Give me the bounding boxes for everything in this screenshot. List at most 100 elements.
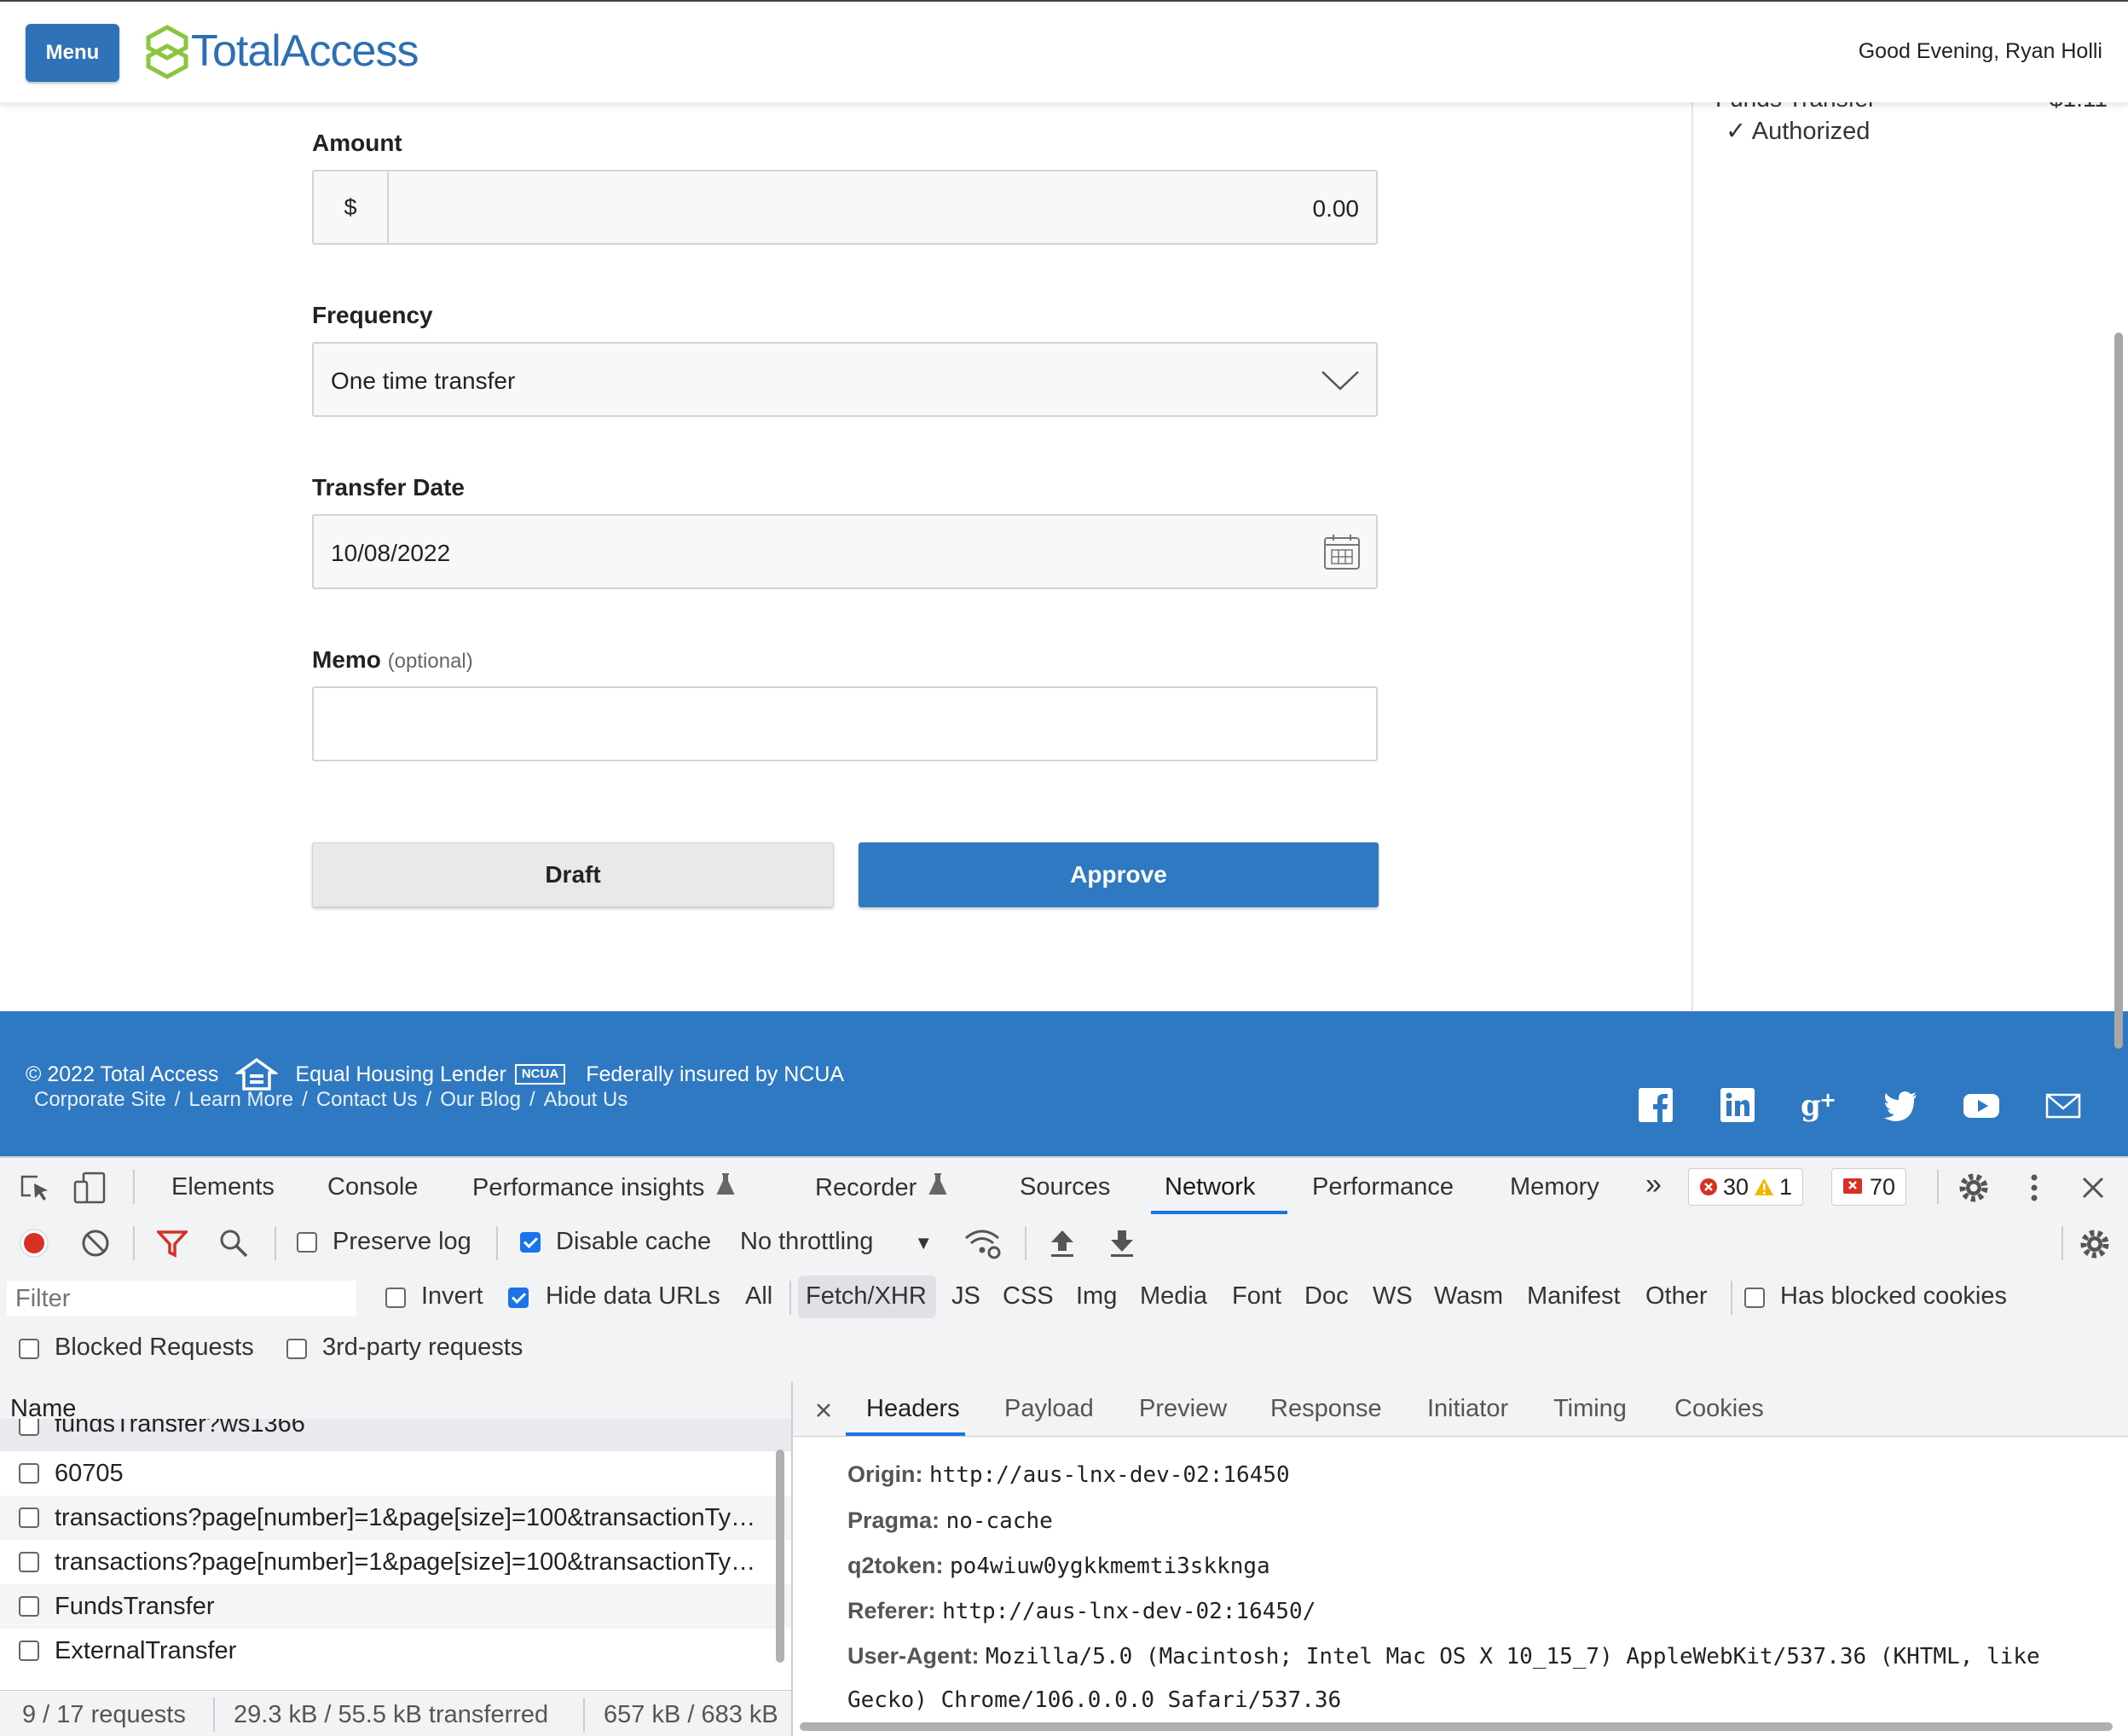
console-errors-badge[interactable]: 30 1 — [1688, 1168, 1804, 1206]
tab-sources[interactable]: Sources — [1020, 1173, 1110, 1201]
footer-link-our-blog[interactable]: Our Blog — [440, 1088, 521, 1112]
invert-checkbox[interactable] — [385, 1288, 406, 1308]
facebook-icon[interactable] — [1637, 1086, 1674, 1124]
throttling-select[interactable]: No throttling ▼ — [740, 1228, 933, 1256]
clear-icon[interactable] — [80, 1228, 111, 1259]
amount-input[interactable]: $ 0.00 — [312, 170, 1378, 245]
more-tabs-icon[interactable]: » — [1645, 1168, 1662, 1201]
equal-housing-icon — [235, 1057, 279, 1091]
type-filter-other[interactable]: Other — [1645, 1282, 1708, 1311]
type-filter-img[interactable]: Img — [1076, 1282, 1117, 1311]
calendar-icon[interactable] — [1323, 533, 1361, 570]
frequency-select[interactable]: One time transfer — [312, 342, 1378, 417]
memo-label-text: Memo — [312, 646, 381, 673]
type-filter-ws[interactable]: WS — [1373, 1282, 1413, 1311]
close-icon[interactable] — [2080, 1175, 2106, 1201]
row-checkbox[interactable] — [19, 1507, 39, 1528]
detail-tab-response[interactable]: Response — [1270, 1395, 1382, 1423]
linkedin-icon[interactable] — [1719, 1086, 1756, 1124]
preserve-log-checkbox[interactable] — [297, 1232, 317, 1253]
type-filter-wasm[interactable]: Wasm — [1434, 1282, 1503, 1311]
header-value: no-cache — [945, 1508, 1053, 1534]
row-checkbox[interactable] — [19, 1641, 39, 1661]
tab-recorder[interactable]: Recorder — [815, 1173, 947, 1202]
detail-tab-payload[interactable]: Payload — [1004, 1395, 1094, 1423]
header-value: po4wiuw0ygkkmemti3skknga — [950, 1554, 1270, 1579]
network-conditions-icon[interactable] — [963, 1228, 1003, 1260]
warning-icon — [1755, 1178, 1774, 1195]
blocked-requests-checkbox[interactable] — [19, 1339, 39, 1359]
table-row[interactable]: ExternalTransfer — [0, 1629, 791, 1673]
table-row[interactable]: transactions?page[number]=1&page[size]=1… — [0, 1540, 791, 1584]
header-key: User-Agent: — [847, 1643, 980, 1669]
table-row[interactable]: fundsTransfer?ws1366 — [0, 1419, 791, 1451]
footer-link-corporate-site[interactable]: Corporate Site — [34, 1088, 166, 1112]
tab-console[interactable]: Console — [327, 1173, 418, 1201]
issues-badge[interactable]: 70 — [1831, 1168, 1907, 1206]
approve-button[interactable]: Approve — [859, 842, 1379, 907]
import-har-icon[interactable] — [1049, 1228, 1076, 1259]
type-filter-font[interactable]: Font — [1232, 1282, 1281, 1311]
type-filter-fetch-xhr[interactable]: Fetch/XHR — [806, 1282, 927, 1311]
type-filter-manifest[interactable]: Manifest — [1527, 1282, 1621, 1311]
gear-icon[interactable] — [1957, 1172, 1990, 1204]
has-blocked-cookies-label: Has blocked cookies — [1780, 1282, 2007, 1310]
detail-horizontal-scrollbar[interactable] — [800, 1722, 2113, 1731]
footer-link-contact-us[interactable]: Contact Us — [316, 1088, 418, 1112]
filter-input[interactable] — [7, 1281, 356, 1316]
tab-performance[interactable]: Performance — [1312, 1173, 1454, 1201]
network-settings-gear-icon[interactable] — [2079, 1228, 2111, 1260]
youtube-icon[interactable] — [1963, 1086, 2000, 1124]
row-checkbox[interactable] — [19, 1552, 39, 1572]
tab-memory[interactable]: Memory — [1510, 1173, 1599, 1201]
table-row[interactable]: transactions?page[number]=1&page[size]=1… — [0, 1496, 791, 1540]
table-row[interactable]: FundsTransfer — [0, 1584, 791, 1629]
memo-input[interactable] — [312, 686, 1378, 761]
frequency-label: Frequency — [312, 302, 433, 328]
row-checkbox[interactable] — [19, 1419, 39, 1436]
tab-performance-insights[interactable]: Performance insights — [472, 1173, 736, 1202]
detail-tab-headers[interactable]: Headers — [866, 1395, 960, 1423]
row-checkbox[interactable] — [19, 1463, 39, 1484]
inspect-element-icon[interactable] — [19, 1173, 53, 1204]
third-party-requests-checkbox[interactable] — [286, 1339, 307, 1359]
tab-elements[interactable]: Elements — [171, 1173, 275, 1201]
resources-size: 657 kB / 683 kB — [604, 1701, 778, 1728]
logo-text[interactable]: TotalAccess — [191, 26, 419, 77]
more-options-icon[interactable] — [2026, 1172, 2043, 1204]
type-filter-js[interactable]: JS — [951, 1282, 980, 1311]
network-toolbar: Preserve log Disable cache No throttling… — [0, 1214, 2128, 1271]
request-list-scrollbar[interactable] — [776, 1450, 784, 1663]
export-har-icon[interactable] — [1108, 1228, 1136, 1259]
type-filter-doc[interactable]: Doc — [1304, 1282, 1349, 1311]
draft-button[interactable]: Draft — [312, 842, 834, 907]
footer-link-about-us[interactable]: About Us — [544, 1088, 628, 1112]
disable-cache-checkbox[interactable] — [520, 1232, 541, 1253]
hide-data-urls-checkbox[interactable] — [508, 1288, 529, 1308]
tab-recorder-label: Recorder — [815, 1174, 917, 1201]
search-icon[interactable] — [218, 1228, 249, 1259]
filter-icon[interactable] — [157, 1230, 188, 1259]
type-filter-media[interactable]: Media — [1140, 1282, 1207, 1311]
row-checkbox[interactable] — [19, 1596, 39, 1617]
google-plus-icon[interactable]: g + — [1801, 1086, 1838, 1124]
record-icon[interactable] — [19, 1228, 49, 1259]
type-filter-css[interactable]: CSS — [1003, 1282, 1054, 1311]
footer-link-learn-more[interactable]: Learn More — [188, 1088, 293, 1112]
transfer-date-input[interactable]: 10/08/2022 — [312, 514, 1378, 589]
table-row[interactable]: 60705 — [0, 1451, 791, 1496]
device-toolbar-icon[interactable] — [73, 1172, 107, 1204]
detail-tab-timing[interactable]: Timing — [1553, 1395, 1627, 1423]
has-blocked-cookies-checkbox[interactable] — [1744, 1288, 1765, 1308]
twitter-icon[interactable] — [1882, 1086, 1920, 1124]
type-filter-all[interactable]: All — [745, 1282, 772, 1311]
mail-icon[interactable] — [2044, 1086, 2082, 1124]
detail-tab-preview[interactable]: Preview — [1139, 1395, 1227, 1423]
tab-network[interactable]: Network — [1165, 1173, 1255, 1201]
detail-tab-initiator[interactable]: Initiator — [1427, 1395, 1508, 1423]
page-scrollbar[interactable] — [2114, 333, 2123, 1049]
request-name: FundsTransfer — [55, 1593, 215, 1620]
close-detail-icon[interactable] — [815, 1402, 832, 1419]
detail-tab-cookies[interactable]: Cookies — [1674, 1395, 1764, 1423]
menu-button[interactable]: Menu — [26, 24, 119, 82]
